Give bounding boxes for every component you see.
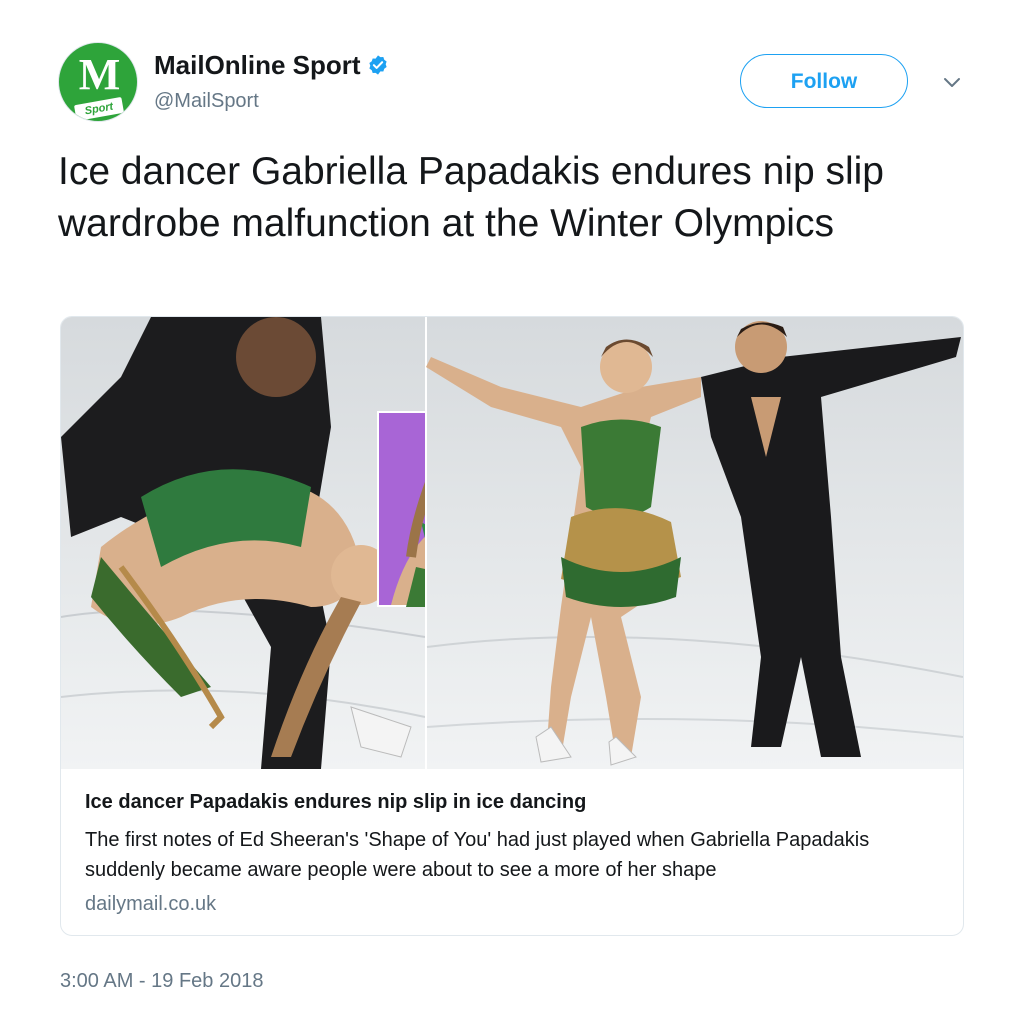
card-title[interactable]: Ice dancer Papadakis endures nip slip in…	[85, 791, 945, 814]
handle[interactable]: @MailSport	[154, 90, 259, 113]
tweet-timestamp[interactable]: 3:00 AM - 19 Feb 2018	[60, 970, 263, 993]
link-card[interactable]: Ice dancer Papadakis endures nip slip in…	[60, 316, 964, 936]
avatar-sport-tag: Sport	[73, 96, 125, 121]
display-name-row[interactable]: MailOnline Sport	[154, 50, 389, 81]
avatar-monogram: M	[78, 50, 121, 99]
card-description: The first notes of Ed Sheeran's 'Shape o…	[85, 829, 870, 881]
follow-button[interactable]: Follow	[740, 54, 908, 108]
chevron-down-icon[interactable]	[940, 70, 964, 94]
display-name[interactable]: MailOnline Sport	[154, 50, 361, 80]
avatar[interactable]: M Sport	[58, 42, 138, 122]
avatar-sport-text: Sport	[83, 100, 115, 118]
figure-skating-photo-collage	[61, 317, 963, 769]
verified-badge-icon	[368, 55, 387, 75]
card-image[interactable]	[61, 317, 963, 769]
card-domain: dailymail.co.uk	[85, 893, 217, 915]
tweet-text: Ice dancer Gabriella Papadakis endures n…	[58, 150, 884, 245]
